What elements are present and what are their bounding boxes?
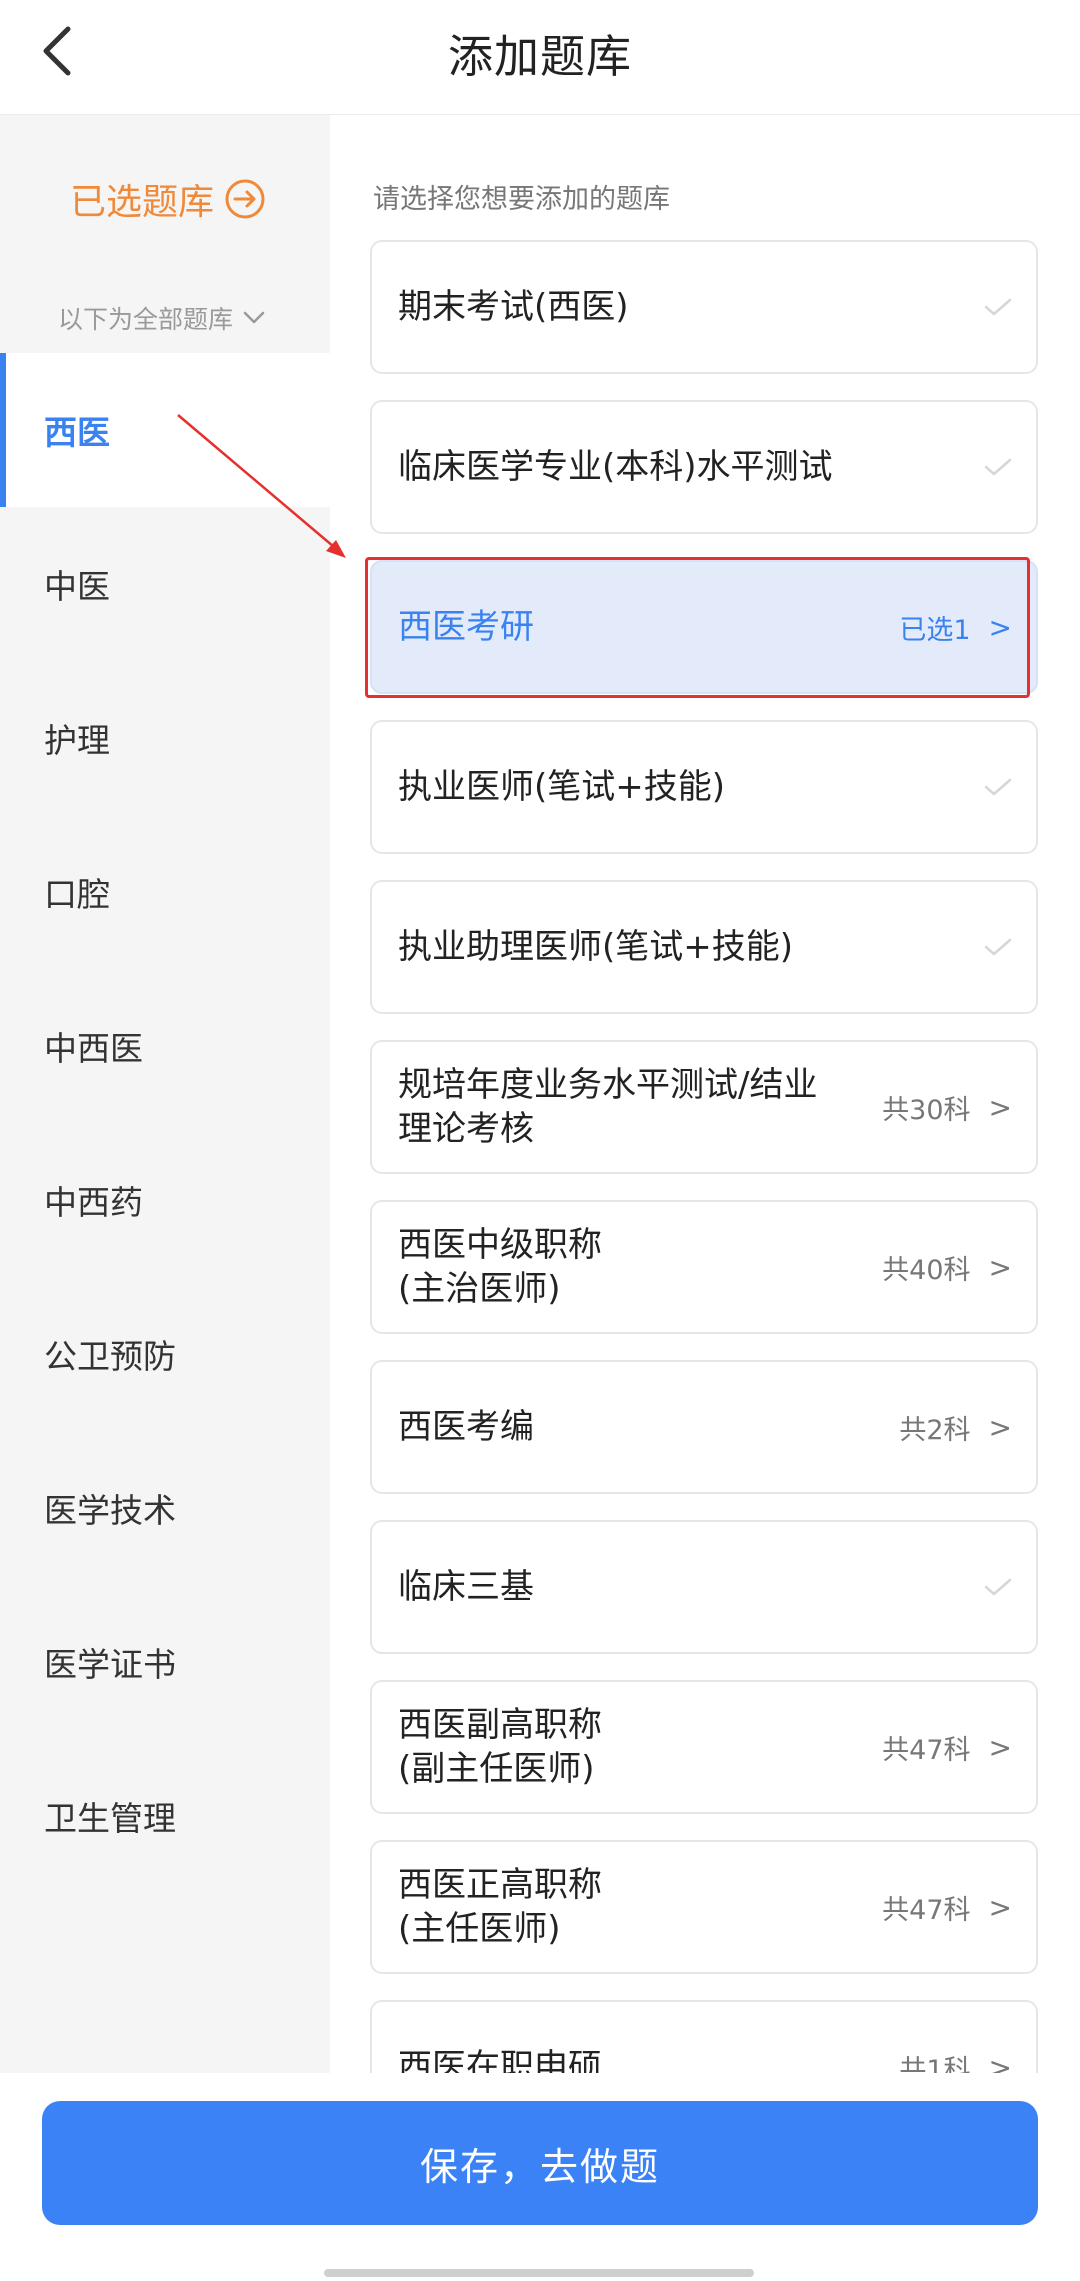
library-meta xyxy=(984,777,1012,797)
library-list-panel: 请选择您想要添加的题库 期末考试(西医) 临床医学专业(本科)水平测试 西医考研 已选… xyxy=(330,115,1080,2073)
library-meta: 共1科 > xyxy=(899,2048,1012,2074)
category-item[interactable]: 医学证书 xyxy=(0,1585,330,1739)
library-name: 临床医学专业(本科)水平测试 xyxy=(398,447,833,487)
library-count: 共47科 xyxy=(882,1734,971,1766)
category-label: 医学证书 xyxy=(44,1645,176,1684)
library-name: 西医副高职称 (副主任医师) xyxy=(398,1705,602,1789)
library-name: 规培年度业务水平测试/结业理论考核 xyxy=(398,1065,818,1149)
category-item[interactable]: 公卫预防 xyxy=(0,1277,330,1431)
selected-library-link[interactable]: 已选题库 xyxy=(70,173,266,225)
library-meta: 共47科 > xyxy=(882,1888,1012,1927)
category-label: 口腔 xyxy=(44,875,110,914)
category-label: 西医 xyxy=(44,413,110,452)
library-name: 执业助理医师(笔试+技能) xyxy=(398,927,794,967)
save-and-practice-button[interactable]: 保存，去做题 xyxy=(42,2101,1038,2225)
category-label: 护理 xyxy=(44,721,110,760)
library-card[interactable]: 西医副高职称 (副主任医师) 共47科 > xyxy=(370,1680,1038,1814)
header-bar: 添加题库 xyxy=(0,0,1080,115)
library-count: 共2科 xyxy=(899,1414,971,1446)
library-meta: 共2科 > xyxy=(899,1408,1012,1447)
category-label: 公卫预防 xyxy=(44,1337,176,1376)
library-meta: 共47科 > xyxy=(882,1728,1012,1767)
chevron-right-icon: > xyxy=(988,2050,1012,2074)
library-meta: 共30科 > xyxy=(882,1088,1012,1127)
library-meta xyxy=(984,457,1012,477)
list-prompt: 请选择您想要添加的题库 xyxy=(373,184,670,215)
chevron-right-icon: > xyxy=(988,1410,1012,1444)
check-icon xyxy=(984,458,1012,476)
library-name: 西医正高职称 (主任医师) xyxy=(398,1865,602,1949)
chevron-right-icon: > xyxy=(988,1250,1012,1284)
library-name: 期末考试(西医) xyxy=(398,287,629,327)
library-name: 西医考编 xyxy=(398,1407,534,1447)
library-name: 执业医师(笔试+技能) xyxy=(398,767,726,807)
category-label: 医学技术 xyxy=(44,1491,176,1530)
category-item[interactable]: 医学技术 xyxy=(0,1431,330,1585)
library-name: 西医在职申硕 xyxy=(398,2047,602,2073)
library-count: 共40科 xyxy=(882,1254,971,1286)
library-name: 西医中级职称 (主治医师) xyxy=(398,1225,602,1309)
category-item[interactable]: 西医 xyxy=(0,353,330,507)
library-count: 共30科 xyxy=(882,1094,971,1126)
category-label: 中西医 xyxy=(44,1029,143,1068)
category-item[interactable]: 中西医 xyxy=(0,969,330,1123)
chevron-right-icon: > xyxy=(988,1890,1012,1924)
category-item[interactable]: 中西药 xyxy=(0,1123,330,1277)
library-card[interactable]: 期末考试(西医) xyxy=(370,240,1038,374)
category-item[interactable]: 中医 xyxy=(0,507,330,661)
library-meta: 共40科 > xyxy=(882,1248,1012,1287)
library-name: 临床三基 xyxy=(398,1567,534,1607)
library-card[interactable]: 规培年度业务水平测试/结业理论考核 共30科 > xyxy=(370,1040,1038,1174)
category-sidebar: 已选题库 以下为全部题库 西医中医护理口腔中西医中西药公卫预防医学技术医学证书卫… xyxy=(0,115,330,2073)
arrow-right-circle-icon xyxy=(225,179,265,219)
library-card[interactable]: 西医中级职称 (主治医师) 共40科 > xyxy=(370,1200,1038,1334)
library-card[interactable]: 西医考编 共2科 > xyxy=(370,1360,1038,1494)
library-card[interactable]: 临床三基 xyxy=(370,1520,1038,1654)
library-meta xyxy=(984,297,1012,317)
home-indicator xyxy=(324,2269,754,2277)
library-card[interactable]: 临床医学专业(本科)水平测试 xyxy=(370,400,1038,534)
library-count: 共1科 xyxy=(899,2054,971,2074)
category-item[interactable]: 卫生管理 xyxy=(0,1739,330,1893)
check-icon xyxy=(984,298,1012,316)
highlight-annotation-box xyxy=(365,557,1030,698)
selected-library-label: 已选题库 xyxy=(70,182,215,223)
library-meta xyxy=(984,1577,1012,1597)
library-count: 共47科 xyxy=(882,1894,971,1926)
all-libraries-toggle[interactable]: 以下为全部题库 xyxy=(58,300,265,336)
check-icon xyxy=(984,938,1012,956)
library-card[interactable]: 西医在职申硕 共1科 > xyxy=(370,2000,1038,2073)
all-libraries-label: 以下为全部题库 xyxy=(58,305,234,334)
category-label: 卫生管理 xyxy=(44,1799,176,1838)
category-label: 中医 xyxy=(44,567,110,606)
chevron-down-icon xyxy=(243,311,265,324)
chevron-right-icon: > xyxy=(988,1090,1012,1124)
category-label: 中西药 xyxy=(44,1183,143,1222)
footer-bar: 保存，去做题 xyxy=(0,2073,1080,2281)
library-meta xyxy=(984,937,1012,957)
check-icon xyxy=(984,778,1012,796)
page-title: 添加题库 xyxy=(447,30,632,83)
category-item[interactable]: 护理 xyxy=(0,661,330,815)
library-card[interactable]: 执业助理医师(笔试+技能) xyxy=(370,880,1038,1014)
check-icon xyxy=(984,1578,1012,1596)
category-item[interactable]: 口腔 xyxy=(0,815,330,969)
chevron-right-icon: > xyxy=(988,1730,1012,1764)
library-card[interactable]: 执业医师(笔试+技能) xyxy=(370,720,1038,854)
library-card[interactable]: 西医正高职称 (主任医师) 共47科 > xyxy=(370,1840,1038,1974)
